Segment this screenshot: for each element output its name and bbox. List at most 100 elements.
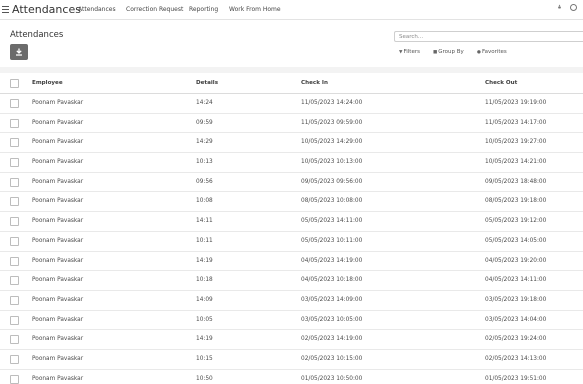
favorites-button[interactable]: ●Favorites: [477, 49, 507, 55]
nav-item-attendances[interactable]: Attendances: [78, 6, 116, 13]
cell-details: 14:24: [196, 100, 213, 106]
cell-check-in: 02/05/2023 14:19:00: [301, 336, 363, 343]
row-checkbox[interactable]: [10, 158, 19, 168]
cell-check-in: 04/05/2023 14:19:00: [301, 257, 363, 264]
row-checkbox[interactable]: [10, 138, 19, 148]
cell-check-out: 03/05/2023 14:04:00: [485, 316, 547, 323]
table-row[interactable]: Poonam Pavaskar 10:11 05/05/2023 10:11:00 0…: [0, 232, 583, 252]
cell-check-in: 01/05/2023 10:50:00: [301, 375, 363, 382]
cell-check-out: 11/05/2023 14:17:00: [485, 119, 547, 126]
row-checkbox[interactable]: [10, 335, 19, 345]
table-row[interactable]: Poonam Pavaskar 10:50 01/05/2023 10:50:00 0…: [0, 370, 583, 384]
filter-icon: ▼: [399, 50, 403, 55]
row-checkbox[interactable]: [10, 118, 19, 128]
cell-employee: Poonam Pavaskar: [32, 237, 84, 244]
cell-employee: Poonam Pavaskar: [32, 139, 84, 146]
clock-icon[interactable]: [570, 4, 577, 11]
table-row[interactable]: Poonam Pavaskar 10:08 08/05/2023 10:08:00 0…: [0, 192, 583, 213]
row-checkbox[interactable]: [10, 315, 19, 325]
table-row[interactable]: Poonam Pavaskar 09:59 11/05/2023 09:59:00 1…: [0, 114, 583, 134]
row-checkbox[interactable]: [10, 256, 19, 266]
app-title[interactable]: Attendances: [12, 3, 81, 16]
nav-item-correction-request[interactable]: Correction Request: [126, 6, 183, 13]
cell-details: 10:50: [196, 375, 213, 382]
cell-details: 10:13: [196, 159, 213, 166]
filters-label: Filters: [403, 49, 420, 55]
cell-employee: Poonam Pavaskar: [32, 119, 84, 126]
filters-button[interactable]: ▼Filters: [399, 49, 420, 55]
cell-check-in: 05/05/2023 14:11:00: [301, 218, 363, 225]
header-check-in[interactable]: Check In: [301, 73, 328, 94]
header-check-out[interactable]: Check Out: [485, 73, 517, 94]
table-row[interactable]: Poonam Pavaskar 09:56 09/05/2023 09:56:00 0…: [0, 173, 583, 193]
table-row[interactable]: Poonam Pavaskar 10:13 10/05/2023 10:13:00 1…: [0, 153, 583, 173]
table-row[interactable]: Poonam Pavaskar 14:19 02/05/2023 14:19:00 0…: [0, 330, 583, 350]
cell-check-out: 10/05/2023 14:21:00: [485, 159, 547, 166]
cell-check-out: 11/05/2023 19:19:00: [485, 100, 547, 106]
cell-check-out: 02/05/2023 19:24:00: [485, 336, 547, 343]
cell-employee: Poonam Pavaskar: [32, 178, 84, 185]
page-title: Attendances: [10, 30, 64, 40]
group-by-label: Group By: [438, 49, 464, 55]
row-checkbox[interactable]: [10, 99, 19, 108]
table-row[interactable]: Poonam Pavaskar 14:19 04/05/2023 14:19:00 0…: [0, 252, 583, 272]
cell-employee: Poonam Pavaskar: [32, 100, 84, 106]
table-row[interactable]: Poonam Pavaskar 14:09 03/05/2023 14:09:00 0…: [0, 291, 583, 311]
cell-check-in: 10/05/2023 10:13:00: [301, 159, 363, 166]
top-navbar: Attendances Attendances Correction Reque…: [0, 0, 583, 20]
table-row[interactable]: Poonam Pavaskar 10:18 04/05/2023 10:18:00 0…: [0, 271, 583, 291]
favorites-label: Favorites: [481, 49, 507, 55]
cell-details: 14:09: [196, 296, 213, 303]
row-checkbox[interactable]: [10, 354, 19, 364]
table-row[interactable]: Poonam Pavaskar 14:24 11/05/2023 14:24:00 1…: [0, 94, 583, 114]
cell-details: 14:19: [196, 336, 213, 343]
cell-details: 10:11: [196, 237, 213, 244]
notification-icon[interactable]: [556, 4, 563, 11]
cell-details: 14:29: [196, 139, 213, 146]
cell-check-out: 04/05/2023 14:11:00: [485, 277, 547, 284]
menu-icon[interactable]: [2, 6, 9, 13]
cell-employee: Poonam Pavaskar: [32, 159, 84, 166]
cell-check-out: 05/05/2023 14:05:00: [485, 237, 547, 244]
row-checkbox[interactable]: [10, 276, 19, 286]
cell-check-out: 09/05/2023 18:48:00: [485, 178, 547, 185]
group-by-icon: ■: [433, 50, 438, 55]
download-button[interactable]: [10, 44, 28, 60]
row-checkbox[interactable]: [10, 177, 19, 187]
cell-employee: Poonam Pavaskar: [32, 375, 84, 382]
header-details[interactable]: Details: [196, 73, 218, 94]
search-input[interactable]: Search...: [394, 31, 583, 42]
row-checkbox[interactable]: [10, 236, 19, 246]
attendance-table: Employee Details Check In Check Out Poon…: [0, 67, 583, 384]
control-panel: Attendances Search... ▼Filters ■Group By…: [0, 20, 583, 67]
row-checkbox[interactable]: [10, 295, 19, 305]
row-checkbox[interactable]: [10, 197, 19, 207]
table-row[interactable]: Poonam Pavaskar 10:15 02/05/2023 10:15:00 0…: [0, 350, 583, 370]
group-by-button[interactable]: ■Group By: [433, 49, 464, 55]
table-row[interactable]: Poonam Pavaskar 14:11 05/05/2023 14:11:00 0…: [0, 212, 583, 232]
cell-employee: Poonam Pavaskar: [32, 355, 84, 362]
select-all-checkbox[interactable]: [10, 79, 19, 88]
cell-check-out: 10/05/2023 19:27:00: [485, 139, 547, 146]
table-row[interactable]: Poonam Pavaskar 14:29 10/05/2023 14:29:00 1…: [0, 133, 583, 154]
cell-details: 14:11: [196, 218, 213, 225]
cell-check-in: 02/05/2023 10:15:00: [301, 355, 363, 362]
cell-check-in: 11/05/2023 14:24:00: [301, 100, 363, 106]
cell-check-in: 05/05/2023 10:11:00: [301, 237, 363, 244]
cell-employee: Poonam Pavaskar: [32, 277, 84, 284]
cell-details: 10:15: [196, 355, 213, 362]
cell-employee: Poonam Pavaskar: [32, 316, 84, 323]
cell-check-out: 08/05/2023 19:18:00: [485, 198, 547, 205]
row-checkbox[interactable]: [10, 217, 19, 227]
row-checkbox[interactable]: [10, 374, 19, 384]
cell-check-in: 08/05/2023 10:08:00: [301, 198, 363, 205]
cell-check-in: 11/05/2023 09:59:00: [301, 119, 363, 126]
cell-check-in: 03/05/2023 10:05:00: [301, 316, 363, 323]
nav-item-work-from-home[interactable]: Work From Home: [229, 6, 281, 13]
nav-item-reporting[interactable]: Reporting: [189, 6, 218, 13]
header-employee[interactable]: Employee: [32, 73, 63, 94]
cell-details: 14:19: [196, 257, 213, 264]
cell-details: 10:05: [196, 316, 213, 323]
table-row[interactable]: Poonam Pavaskar 10:05 03/05/2023 10:05:00 0…: [0, 311, 583, 331]
cell-details: 09:59: [196, 119, 213, 126]
